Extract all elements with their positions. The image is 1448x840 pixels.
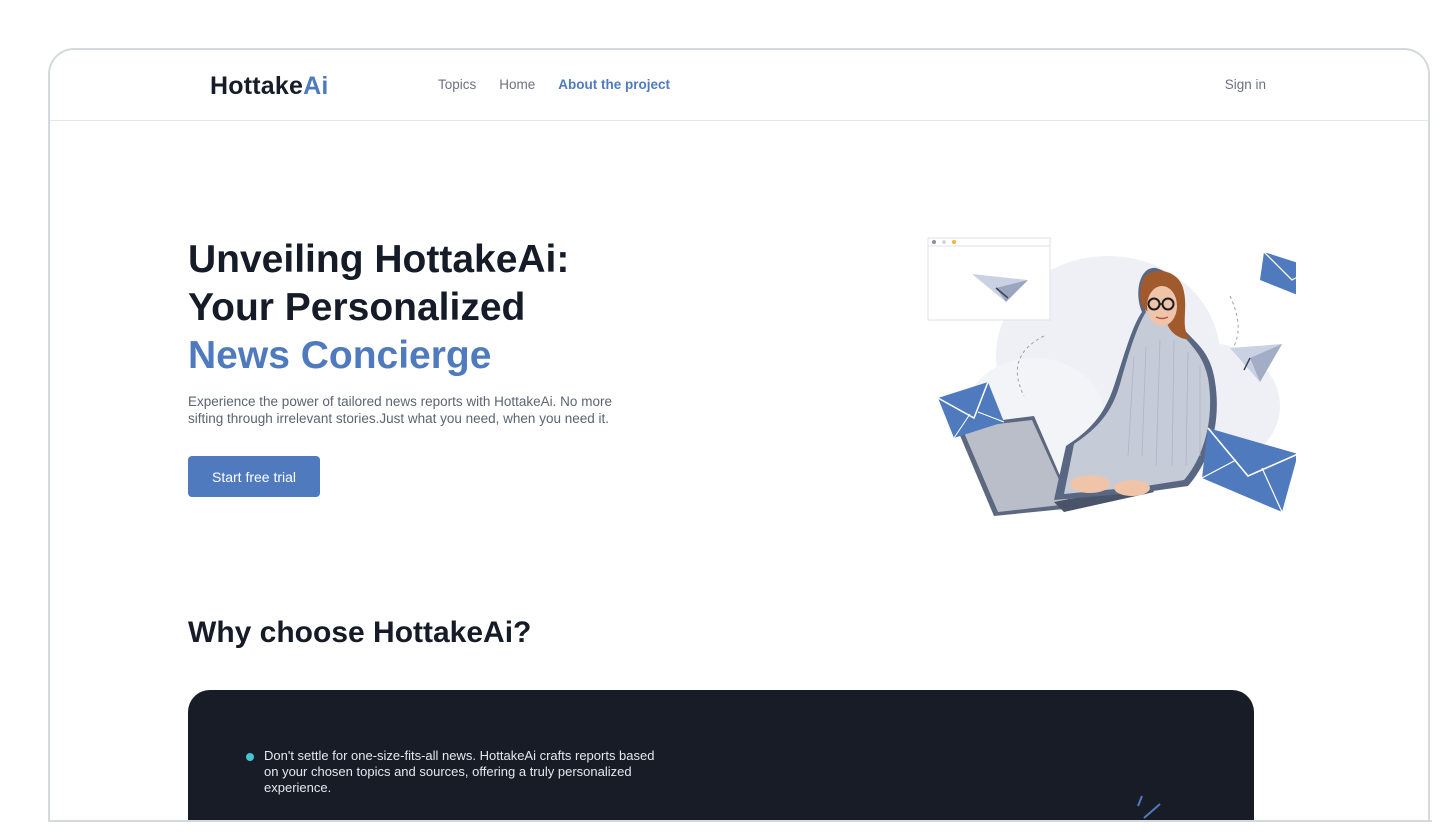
top-navbar: Hottake Ai Topics Home About the project … (50, 50, 1428, 121)
frame-bottom-edge (48, 820, 1432, 822)
hero-illustration (927, 237, 1296, 516)
start-free-trial-button[interactable]: Start free trial (188, 456, 320, 497)
envelope-icon (1201, 427, 1296, 513)
nav-link-about[interactable]: About the project (558, 77, 670, 92)
feature-item: Don't settle for one-size-fits-all news.… (246, 748, 666, 796)
hero-description: Experience the power of tailored news re… (188, 394, 612, 426)
feature-text: Don't settle for one-size-fits-all news.… (264, 748, 655, 795)
why-choose-heading: Why choose HottakeAi? (188, 616, 532, 649)
hero-title-line-1: Unveiling HottakeAi: (188, 238, 570, 281)
envelope-icon (1260, 251, 1296, 295)
brand-logo[interactable]: Hottake Ai (210, 72, 329, 101)
nav-link-topics[interactable]: Topics (438, 77, 476, 92)
sparkle-icon (1137, 795, 1161, 819)
hero-title: Unveiling HottakeAi: Your Personalized N… (188, 236, 569, 380)
nav-link-home[interactable]: Home (499, 77, 535, 92)
brand-name-accent: Ai (303, 72, 329, 100)
hero-title-line-2: Your Personalized (188, 286, 526, 329)
hero-title-line-3: News Concierge (188, 334, 492, 377)
brand-name-main: Hottake (210, 72, 304, 100)
main-nav: Topics Home About the project (438, 77, 670, 92)
features-card: Don't settle for one-size-fits-all news.… (188, 690, 1254, 820)
bullet-dot-icon (246, 753, 254, 761)
app-frame: Hottake Ai Topics Home About the project … (48, 48, 1430, 820)
sign-in-link[interactable]: Sign in (1225, 77, 1266, 92)
